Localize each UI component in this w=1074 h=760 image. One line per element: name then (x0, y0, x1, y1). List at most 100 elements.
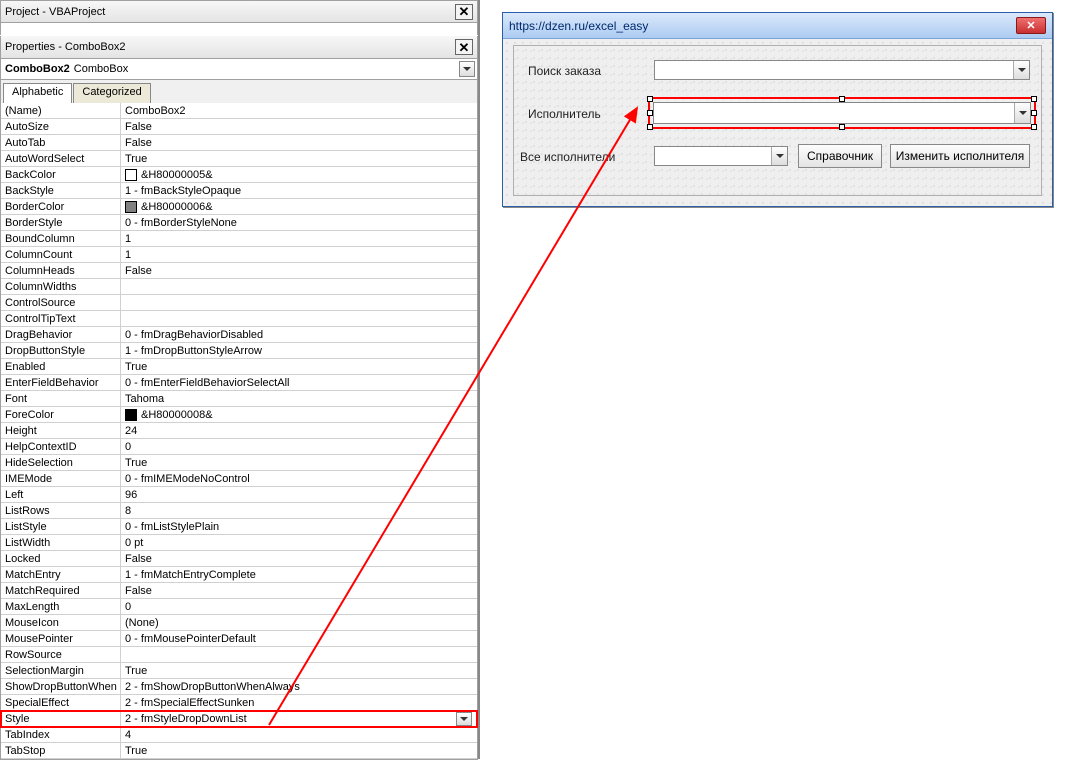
property-row[interactable]: FontTahoma (1, 391, 477, 407)
property-row[interactable]: ColumnCount1 (1, 247, 477, 263)
property-value[interactable]: True (121, 663, 477, 678)
combobox-search-order[interactable] (654, 60, 1030, 80)
combobox-all-performers[interactable] (654, 146, 788, 166)
property-value[interactable]: 1 (121, 247, 477, 262)
property-row[interactable]: AutoTabFalse (1, 135, 477, 151)
property-row[interactable]: SpecialEffect2 - fmSpecialEffectSunken (1, 695, 477, 711)
property-row[interactable]: MousePointer0 - fmMousePointerDefault (1, 631, 477, 647)
tab-categorized[interactable]: Categorized (73, 83, 150, 103)
property-row[interactable]: DragBehavior0 - fmDragBehaviorDisabled (1, 327, 477, 343)
property-row[interactable]: ShowDropButtonWhen2 - fmShowDropButtonWh… (1, 679, 477, 695)
property-row[interactable]: ForeColor&H80000008& (1, 407, 477, 423)
tab-alphabetic[interactable]: Alphabetic (3, 83, 72, 103)
property-row[interactable]: (Name)ComboBox2 (1, 103, 477, 119)
property-row[interactable]: ListWidth0 pt (1, 535, 477, 551)
property-row[interactable]: MatchRequiredFalse (1, 583, 477, 599)
property-value[interactable]: False (121, 135, 477, 150)
combobox2-inner[interactable] (653, 102, 1031, 124)
property-row[interactable]: Style2 - fmStyleDropDownList (1, 711, 477, 727)
property-row[interactable]: ControlSource (1, 295, 477, 311)
property-value[interactable]: 4 (121, 727, 477, 742)
property-row[interactable]: EnabledTrue (1, 359, 477, 375)
button-reference[interactable]: Справочник (798, 144, 882, 168)
property-row[interactable]: ColumnWidths (1, 279, 477, 295)
property-value[interactable]: 0 - fmDragBehaviorDisabled (121, 327, 477, 342)
property-value[interactable] (121, 647, 477, 662)
property-value[interactable]: (None) (121, 615, 477, 630)
property-row[interactable]: TabIndex4 (1, 727, 477, 743)
property-value[interactable]: 24 (121, 423, 477, 438)
property-value[interactable] (121, 311, 477, 326)
property-row[interactable]: MouseIcon(None) (1, 615, 477, 631)
chevron-down-icon[interactable] (459, 61, 475, 77)
userform-titlebar[interactable]: https://dzen.ru/excel_easy ✕ (503, 13, 1052, 39)
property-row[interactable]: Height24 (1, 423, 477, 439)
resize-handle[interactable] (1031, 110, 1037, 116)
property-row[interactable]: BackColor&H80000005& (1, 167, 477, 183)
property-value[interactable]: 8 (121, 503, 477, 518)
property-value[interactable]: 2 - fmShowDropButtonWhenAlways (121, 679, 477, 694)
property-value[interactable]: 0 - fmIMEModeNoControl (121, 471, 477, 486)
property-row[interactable]: IMEMode0 - fmIMEModeNoControl (1, 471, 477, 487)
property-row[interactable]: BackStyle1 - fmBackStyleOpaque (1, 183, 477, 199)
property-value[interactable]: 0 - fmListStylePlain (121, 519, 477, 534)
userform[interactable]: https://dzen.ru/excel_easy ✕ Поиск заказ… (502, 12, 1053, 207)
property-value[interactable]: 1 - fmBackStyleOpaque (121, 183, 477, 198)
property-row[interactable]: HelpContextID0 (1, 439, 477, 455)
combobox2-selected[interactable] (648, 97, 1036, 129)
property-row[interactable]: AutoWordSelectTrue (1, 151, 477, 167)
property-value[interactable]: 0 (121, 599, 477, 614)
property-row[interactable]: DropButtonStyle1 - fmDropButtonStyleArro… (1, 343, 477, 359)
property-row[interactable]: TabStopTrue (1, 743, 477, 759)
property-row[interactable]: BoundColumn1 (1, 231, 477, 247)
property-row[interactable]: BorderStyle0 - fmBorderStyleNone (1, 215, 477, 231)
property-value[interactable]: Tahoma (121, 391, 477, 406)
property-row[interactable]: EnterFieldBehavior0 - fmEnterFieldBehavi… (1, 375, 477, 391)
property-value[interactable]: 2 - fmStyleDropDownList (121, 711, 477, 726)
property-value[interactable] (121, 279, 477, 294)
property-row[interactable]: ListRows8 (1, 503, 477, 519)
property-value[interactable]: 1 - fmMatchEntryComplete (121, 567, 477, 582)
property-value[interactable]: False (121, 583, 477, 598)
property-value[interactable]: False (121, 119, 477, 134)
chevron-down-icon[interactable] (771, 147, 787, 165)
property-value[interactable]: False (121, 263, 477, 278)
property-value[interactable]: 0 - fmBorderStyleNone (121, 215, 477, 230)
property-value[interactable]: True (121, 151, 477, 166)
property-value[interactable]: 1 (121, 231, 477, 246)
property-value[interactable]: True (121, 743, 477, 758)
resize-handle[interactable] (839, 124, 845, 130)
property-row[interactable]: ControlTipText (1, 311, 477, 327)
chevron-down-icon[interactable] (1013, 61, 1029, 79)
property-value[interactable]: ComboBox2 (121, 103, 477, 118)
property-row[interactable]: AutoSizeFalse (1, 119, 477, 135)
resize-handle[interactable] (1031, 96, 1037, 102)
property-value[interactable]: 0 pt (121, 535, 477, 550)
property-value[interactable]: 0 - fmEnterFieldBehaviorSelectAll (121, 375, 477, 390)
property-value[interactable]: &H80000008& (121, 407, 477, 422)
property-value[interactable]: 2 - fmSpecialEffectSunken (121, 695, 477, 710)
property-row[interactable]: HideSelectionTrue (1, 455, 477, 471)
property-value[interactable]: &H80000006& (121, 199, 477, 214)
close-icon[interactable]: ✕ (1016, 17, 1046, 34)
property-value[interactable]: 1 - fmDropButtonStyleArrow (121, 343, 477, 358)
button-change-performer[interactable]: Изменить исполнителя (890, 144, 1030, 168)
property-row[interactable]: RowSource (1, 647, 477, 663)
property-row[interactable]: Left96 (1, 487, 477, 503)
properties-pane-close[interactable]: ✕ (455, 39, 473, 55)
chevron-down-icon[interactable] (456, 712, 472, 726)
property-value[interactable]: True (121, 455, 477, 470)
resize-handle[interactable] (1031, 124, 1037, 130)
chevron-down-icon[interactable] (1014, 103, 1030, 123)
property-value[interactable]: 0 - fmMousePointerDefault (121, 631, 477, 646)
property-value[interactable]: False (121, 551, 477, 566)
object-selector[interactable]: ComboBox2 ComboBox (0, 59, 478, 80)
property-row[interactable]: MaxLength0 (1, 599, 477, 615)
property-row[interactable]: LockedFalse (1, 551, 477, 567)
resize-handle[interactable] (647, 124, 653, 130)
property-value[interactable]: &H80000005& (121, 167, 477, 182)
property-value[interactable]: 0 (121, 439, 477, 454)
property-row[interactable]: BorderColor&H80000006& (1, 199, 477, 215)
property-row[interactable]: SelectionMarginTrue (1, 663, 477, 679)
property-value[interactable]: True (121, 359, 477, 374)
